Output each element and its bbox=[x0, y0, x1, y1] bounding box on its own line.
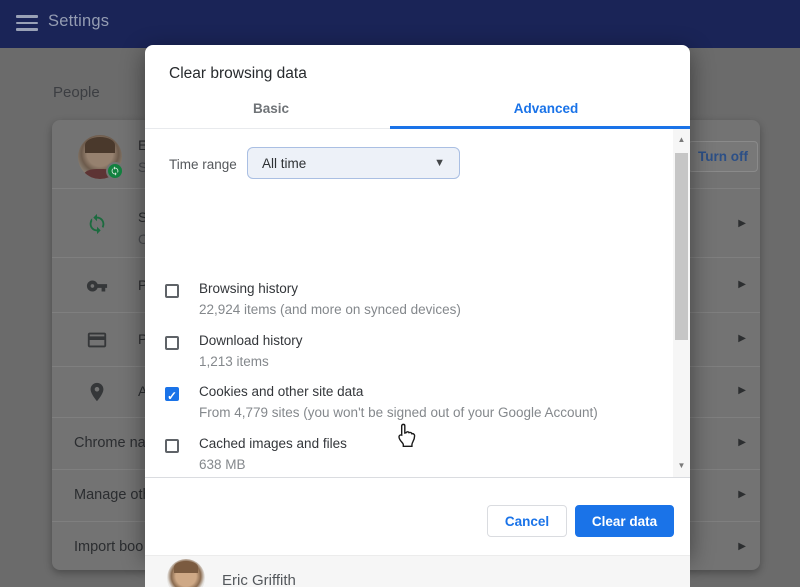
account-strip: Eric Griffith bbox=[145, 555, 690, 587]
credit-card-icon bbox=[86, 329, 108, 351]
chevron-right-icon: ▶ bbox=[738, 218, 746, 229]
cached-images-row: Cached images and files 638 MB bbox=[145, 436, 645, 477]
tab-advanced[interactable]: Advanced bbox=[514, 101, 579, 116]
key-icon bbox=[86, 275, 108, 297]
browsing-history-checkbox[interactable] bbox=[165, 284, 179, 298]
app-title: Settings bbox=[48, 12, 109, 31]
item-detail: From 4,779 sites (you won't be signed ou… bbox=[199, 405, 598, 420]
chevron-right-icon: ▶ bbox=[738, 541, 746, 552]
turn-off-button[interactable]: Turn off bbox=[688, 141, 758, 172]
download-history-checkbox[interactable] bbox=[165, 336, 179, 350]
chevron-right-icon: ▶ bbox=[738, 489, 746, 500]
dialog-scrollbar[interactable]: ▲ ▼ bbox=[673, 129, 690, 477]
cached-images-checkbox[interactable] bbox=[165, 439, 179, 453]
item-label: Browsing history bbox=[199, 281, 298, 296]
dialog-tabs: Basic Advanced bbox=[145, 95, 690, 129]
avatar bbox=[167, 559, 205, 587]
sync-icon bbox=[86, 213, 108, 235]
manage-people-label: Manage oth bbox=[74, 487, 151, 503]
chevron-right-icon: ▶ bbox=[738, 279, 746, 290]
sync-badge-icon bbox=[106, 162, 124, 180]
item-label: Cookies and other site data bbox=[199, 384, 363, 399]
scroll-down-icon[interactable]: ▼ bbox=[673, 459, 690, 473]
item-label: Cached images and files bbox=[199, 436, 347, 451]
chevron-right-icon: ▶ bbox=[738, 385, 746, 396]
footer-divider bbox=[145, 477, 690, 478]
chevron-right-icon: ▶ bbox=[738, 333, 746, 344]
item-detail: 638 MB bbox=[199, 457, 246, 472]
time-range-label: Time range bbox=[169, 157, 237, 172]
time-range-select[interactable]: All time ▼ bbox=[247, 147, 460, 179]
cookies-row: ✓ Cookies and other site data From 4,779… bbox=[145, 384, 645, 432]
location-pin-icon bbox=[86, 381, 108, 403]
dialog-title: Clear browsing data bbox=[169, 65, 307, 83]
cancel-button[interactable]: Cancel bbox=[487, 505, 567, 537]
scroll-up-icon[interactable]: ▲ bbox=[673, 133, 690, 147]
chevron-right-icon: ▶ bbox=[738, 437, 746, 448]
scrollbar-thumb[interactable] bbox=[675, 153, 688, 340]
time-range-value: All time bbox=[262, 156, 434, 171]
item-detail: 22,924 items (and more on synced devices… bbox=[199, 302, 461, 317]
item-label: Download history bbox=[199, 333, 303, 348]
app-header: Settings bbox=[0, 0, 800, 48]
dialog-scroll-area: Time range All time ▼ Browsing history 2… bbox=[145, 129, 690, 477]
people-section-label: People bbox=[53, 84, 100, 101]
chrome-name-label: Chrome na bbox=[74, 435, 146, 451]
menu-icon[interactable] bbox=[16, 15, 38, 31]
item-detail: 1,213 items bbox=[199, 354, 269, 369]
cookies-checkbox[interactable]: ✓ bbox=[165, 387, 179, 401]
account-name: Eric Griffith bbox=[222, 572, 296, 587]
browsing-history-row: Browsing history 22,924 items (and more … bbox=[145, 281, 645, 329]
chevron-down-icon: ▼ bbox=[434, 157, 445, 169]
clear-browsing-data-dialog: Clear browsing data Basic Advanced Time … bbox=[145, 45, 690, 555]
tab-basic[interactable]: Basic bbox=[253, 101, 289, 116]
download-history-row: Download history 1,213 items bbox=[145, 333, 645, 381]
clear-data-button[interactable]: Clear data bbox=[575, 505, 674, 537]
import-label: Import boo bbox=[74, 539, 143, 555]
